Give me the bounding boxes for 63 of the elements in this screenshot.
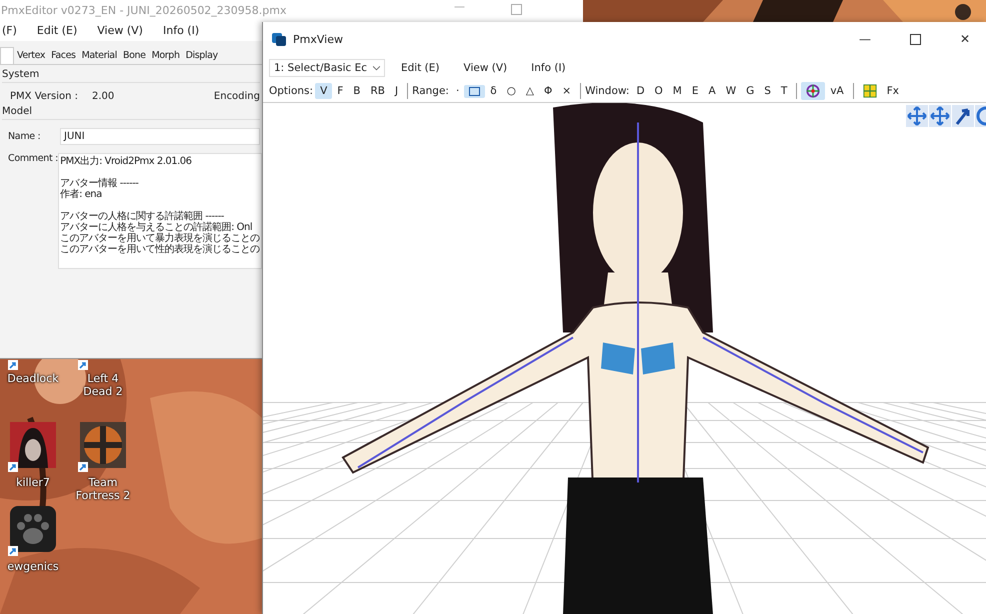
app-icon: [271, 31, 287, 47]
field-label: Name :: [7, 131, 42, 142]
toolbar-label: Range:: [412, 85, 449, 97]
comment-line: アバター情報 ------: [60, 178, 140, 189]
group-label: Model: [2, 106, 260, 120]
version-value: 2.00: [92, 91, 114, 102]
caret-icon: [373, 66, 380, 70]
menu-item[interactable]: View (V): [97, 24, 143, 37]
option-button[interactable]: F: [332, 83, 348, 99]
tab[interactable]: Morph: [148, 47, 183, 64]
group-label: System: [2, 69, 260, 83]
mode-dropdown[interactable]: 1: Select/Basic Ec: [269, 59, 385, 77]
toolbar-label: Window:: [585, 85, 630, 97]
option-button[interactable]: RB: [366, 83, 390, 99]
window-button[interactable]: A: [704, 83, 721, 99]
name-field[interactable]: JUNI: [60, 128, 260, 145]
comment-line: 作者: ena: [60, 189, 103, 200]
range-button[interactable]: ○: [502, 83, 521, 99]
minimize-icon[interactable]: —: [843, 32, 887, 46]
tab[interactable]: Material: [78, 47, 120, 64]
tab[interactable]: Bone: [120, 47, 149, 64]
field-label: PMX Version :: [9, 91, 80, 102]
tab[interactable]: Display: [182, 47, 221, 64]
field-label: Encoding: [214, 91, 260, 102]
comment-field[interactable]: PMX出力: Vroid2Pmx 2.01.06 アバター情報 ------ 作者: ena アバターの人格に関する許諾範囲 ------ アバターに人格を与えることの許諾範囲: Onl このアバターを用いて暴力表現を演じることの このアバターを用いて性的表現を演じることの: [58, 153, 262, 269]
tab[interactable]: Faces: [48, 47, 79, 64]
target-button[interactable]: [801, 82, 826, 100]
menu-item[interactable]: Info (I): [162, 24, 200, 37]
range-button[interactable]: Φ: [538, 83, 558, 99]
option-button[interactable]: B: [348, 83, 366, 99]
comment-line: このアバターを用いて暴力表現を演じることの: [60, 233, 260, 244]
toolbar-button[interactable]: vA: [825, 83, 849, 99]
range-button[interactable]: △: [520, 83, 539, 99]
option-button[interactable]: V: [315, 83, 332, 99]
window-button[interactable]: D: [631, 83, 650, 99]
toolbar-button[interactable]: Fx: [882, 83, 904, 99]
window-button[interactable]: E: [686, 83, 704, 99]
comment-line: このアバターを用いて性的表現を演じることの: [60, 244, 260, 255]
field-label: Comment :: [7, 153, 58, 164]
window-button[interactable]: M: [668, 83, 687, 99]
range-button[interactable]: ×: [557, 83, 576, 99]
window-button[interactable]: O: [650, 83, 668, 99]
close-icon[interactable]: ✕: [943, 32, 986, 46]
comment-line: アバターに人格を与えることの許諾範囲: Onl: [60, 222, 254, 233]
menu-item[interactable]: Info (I): [523, 62, 574, 74]
comment-line: アバターの人格に関する許諾範囲 ------: [60, 211, 225, 222]
menu-item[interactable]: View (V): [456, 62, 516, 74]
range-button[interactable]: δ: [485, 83, 502, 99]
window-button[interactable]: S: [759, 83, 776, 99]
window-button[interactable]: W: [720, 83, 742, 99]
range-button[interactable]: ·: [450, 83, 464, 99]
menu-item[interactable]: Edit (E): [393, 62, 448, 74]
menu-item[interactable]: Edit (E): [36, 24, 78, 37]
window-title: PmxEditor v0273_EN - JUNI_20260502_230958.pmx: [1, 4, 287, 16]
rectangle-select-button[interactable]: [464, 84, 486, 98]
option-button[interactable]: J: [390, 83, 404, 99]
window-title: PmxView: [293, 32, 343, 46]
toolbar-label: Options:: [269, 85, 314, 97]
window-button[interactable]: T: [776, 83, 792, 99]
comment-line: PMX出力: Vroid2Pmx 2.01.06: [60, 156, 193, 167]
menu-item[interactable]: (F): [2, 24, 17, 37]
tab[interactable]: Vertex: [14, 47, 48, 64]
window-button[interactable]: G: [741, 83, 760, 99]
